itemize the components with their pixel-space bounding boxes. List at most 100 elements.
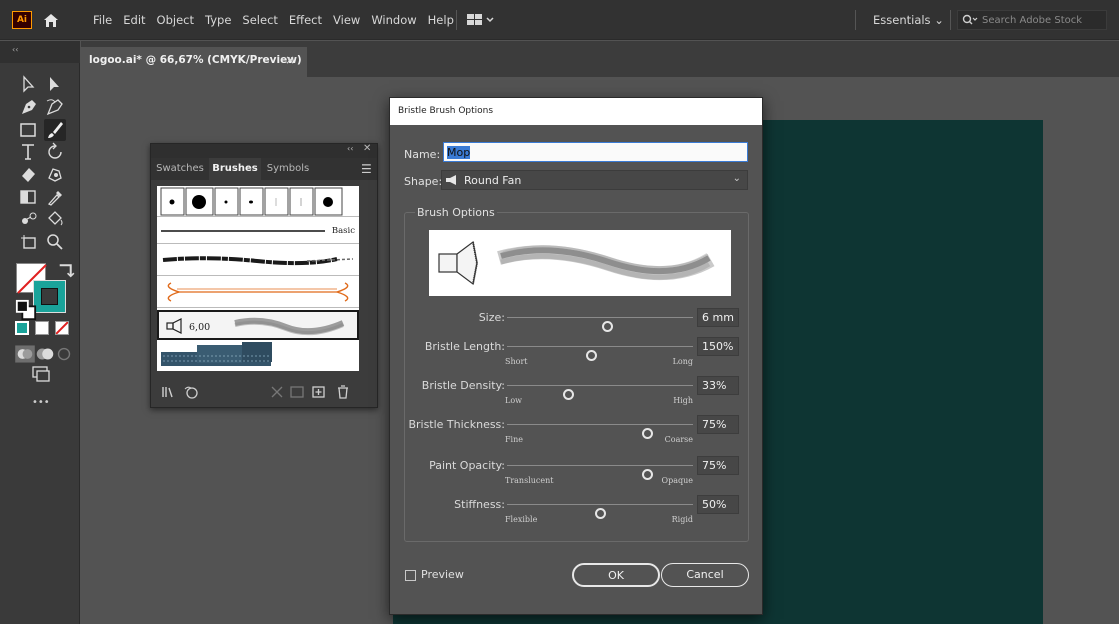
basic-brush-row[interactable]: Basic (157, 218, 359, 244)
menu-view[interactable]: View (333, 12, 360, 28)
bristle-density-value-field[interactable]: 33% (697, 376, 739, 395)
selection-tool-icon[interactable] (18, 74, 40, 96)
size-slider[interactable] (507, 317, 693, 332)
workspace-switcher[interactable]: Essentials ⌄ (873, 12, 944, 28)
collapse-toolbar-icon[interactable]: ‹‹ (12, 45, 18, 54)
color-mode-icon[interactable] (15, 321, 29, 335)
tab-symbols[interactable]: Symbols (261, 158, 315, 180)
paintbrush-tool-icon[interactable] (44, 119, 66, 141)
paint-opacity-slider[interactable] (507, 465, 693, 480)
zoom-tool-icon[interactable] (44, 231, 66, 253)
gradient-tool-icon[interactable] (18, 186, 40, 208)
bristle-length-value-field[interactable]: 150% (697, 337, 739, 356)
panel-menu-icon[interactable]: ☰ (361, 162, 372, 176)
selected-bristle-brush-row[interactable]: 6,00 (157, 310, 359, 340)
draw-inside-icon[interactable] (53, 343, 71, 361)
brush-list-scrollbar[interactable] (361, 186, 371, 371)
bristle-thickness-min-label: Fine (505, 435, 523, 444)
default-fill-stroke-icon[interactable] (15, 299, 37, 321)
eraser-tool-icon[interactable] (18, 163, 40, 185)
paint-opacity-value-field[interactable]: 75% (697, 456, 739, 475)
pattern-brush-row[interactable] (157, 342, 359, 371)
size-value-field[interactable]: 6 mm (697, 308, 739, 327)
shape-value: Round Fan (464, 174, 522, 187)
menu-window[interactable]: Window (371, 12, 416, 28)
puppet-warp-tool-icon[interactable] (44, 163, 66, 185)
type-tool-icon[interactable] (18, 141, 40, 163)
stiffness-slider-thumb[interactable] (595, 508, 606, 519)
dialog-titlebar[interactable]: Bristle Brush Options (390, 98, 762, 125)
stock-search-input[interactable] (982, 12, 1104, 28)
gradient-mode-icon[interactable] (35, 321, 49, 335)
artboard[interactable] (762, 120, 1043, 624)
eyedropper-tool-icon[interactable] (44, 186, 66, 208)
libraries-panel-icon[interactable] (183, 385, 199, 399)
bristle-length-slider[interactable] (507, 346, 693, 361)
panel-footer (151, 379, 377, 407)
tools-panel-grip[interactable]: ‹‹ (0, 41, 80, 63)
close-icon[interactable]: ✕ (363, 143, 371, 154)
brush-list: Basic 6,00 (157, 186, 359, 371)
tab-brushes[interactable]: Brushes (209, 158, 261, 180)
close-icon[interactable]: × (285, 53, 295, 67)
tab-swatches[interactable]: Swatches (153, 158, 207, 180)
pen-tool-icon[interactable] (18, 96, 40, 118)
blend-tool-icon[interactable] (18, 208, 40, 230)
brush-libraries-icon[interactable] (161, 385, 177, 399)
decorative-brush-row[interactable] (157, 277, 359, 308)
live-paint-bucket-icon[interactable] (44, 208, 66, 230)
document-tab[interactable]: logoo.ai* @ 66,67% (CMYK/Preview) × (81, 47, 307, 77)
stroke-swatch[interactable] (33, 280, 66, 313)
swap-fill-stroke-icon[interactable] (55, 259, 75, 278)
bristle-length-slider-row: Bristle Length: Short Long 150% (405, 337, 750, 371)
new-brush-icon[interactable] (311, 385, 327, 399)
change-screen-mode-icon[interactable] (30, 363, 52, 383)
bristle-stroke-preview (234, 317, 345, 336)
shape-dropdown[interactable]: Round Fan ⌄ (441, 170, 748, 190)
menu-edit[interactable]: Edit (123, 12, 145, 28)
curvature-tool-icon[interactable] (44, 96, 66, 118)
bristle-density-slider[interactable] (507, 385, 693, 400)
remove-brush-stroke-icon[interactable] (269, 385, 285, 399)
preview-label[interactable]: Preview (421, 568, 464, 581)
menu-select[interactable]: Select (242, 12, 277, 28)
bristle-thickness-slider-thumb[interactable] (641, 428, 653, 439)
collapse-panel-icon[interactable]: ‹‹ (347, 144, 353, 153)
draw-behind-icon[interactable] (34, 343, 54, 360)
brush-name-input[interactable] (443, 142, 748, 162)
delete-brush-icon[interactable] (335, 385, 351, 399)
cancel-button[interactable]: Cancel (661, 563, 749, 587)
bristle-thickness-value-field[interactable]: 75% (697, 415, 739, 434)
menu-object[interactable]: Object (157, 12, 194, 28)
bristle-length-slider-thumb[interactable] (585, 350, 597, 361)
menu-file[interactable]: File (93, 12, 112, 28)
bristle-length-max-label: Long (672, 357, 693, 366)
panel-titlebar[interactable]: ‹‹ ✕ (151, 143, 377, 158)
rotate-tool-icon[interactable] (44, 141, 66, 163)
bristle-length-label: Bristle Length: (424, 340, 505, 353)
bristle-density-slider-thumb[interactable] (563, 389, 575, 400)
stiffness-value-field[interactable]: 50% (697, 495, 739, 514)
ok-button[interactable]: OK (572, 563, 660, 587)
paint-opacity-min-label: Translucent (505, 476, 554, 485)
preview-checkbox[interactable] (405, 570, 416, 581)
arrange-documents-icon[interactable] (466, 12, 496, 28)
home-icon[interactable] (42, 11, 60, 29)
brush-options-icon[interactable] (289, 385, 305, 399)
menu-help[interactable]: Help (428, 12, 454, 28)
edit-toolbar-icon[interactable]: ••• (32, 397, 50, 408)
size-slider-thumb[interactable] (602, 321, 614, 332)
menu-effect[interactable]: Effect (289, 12, 322, 28)
paint-opacity-slider-thumb[interactable] (641, 469, 653, 480)
stock-search-box[interactable] (957, 10, 1107, 30)
rectangle-tool-icon[interactable] (18, 119, 40, 141)
bristle-thickness-slider[interactable] (507, 424, 693, 439)
none-mode-icon[interactable] (55, 321, 69, 335)
artboard-tool-icon[interactable] (18, 231, 40, 253)
menu-type[interactable]: Type (205, 12, 231, 28)
direct-selection-tool-icon[interactable] (44, 74, 66, 96)
chalk-brush-row[interactable] (157, 245, 359, 276)
stiffness-slider[interactable] (507, 504, 693, 519)
paint-opacity-max-label: Opaque (661, 476, 693, 485)
draw-normal-icon[interactable] (14, 343, 35, 363)
